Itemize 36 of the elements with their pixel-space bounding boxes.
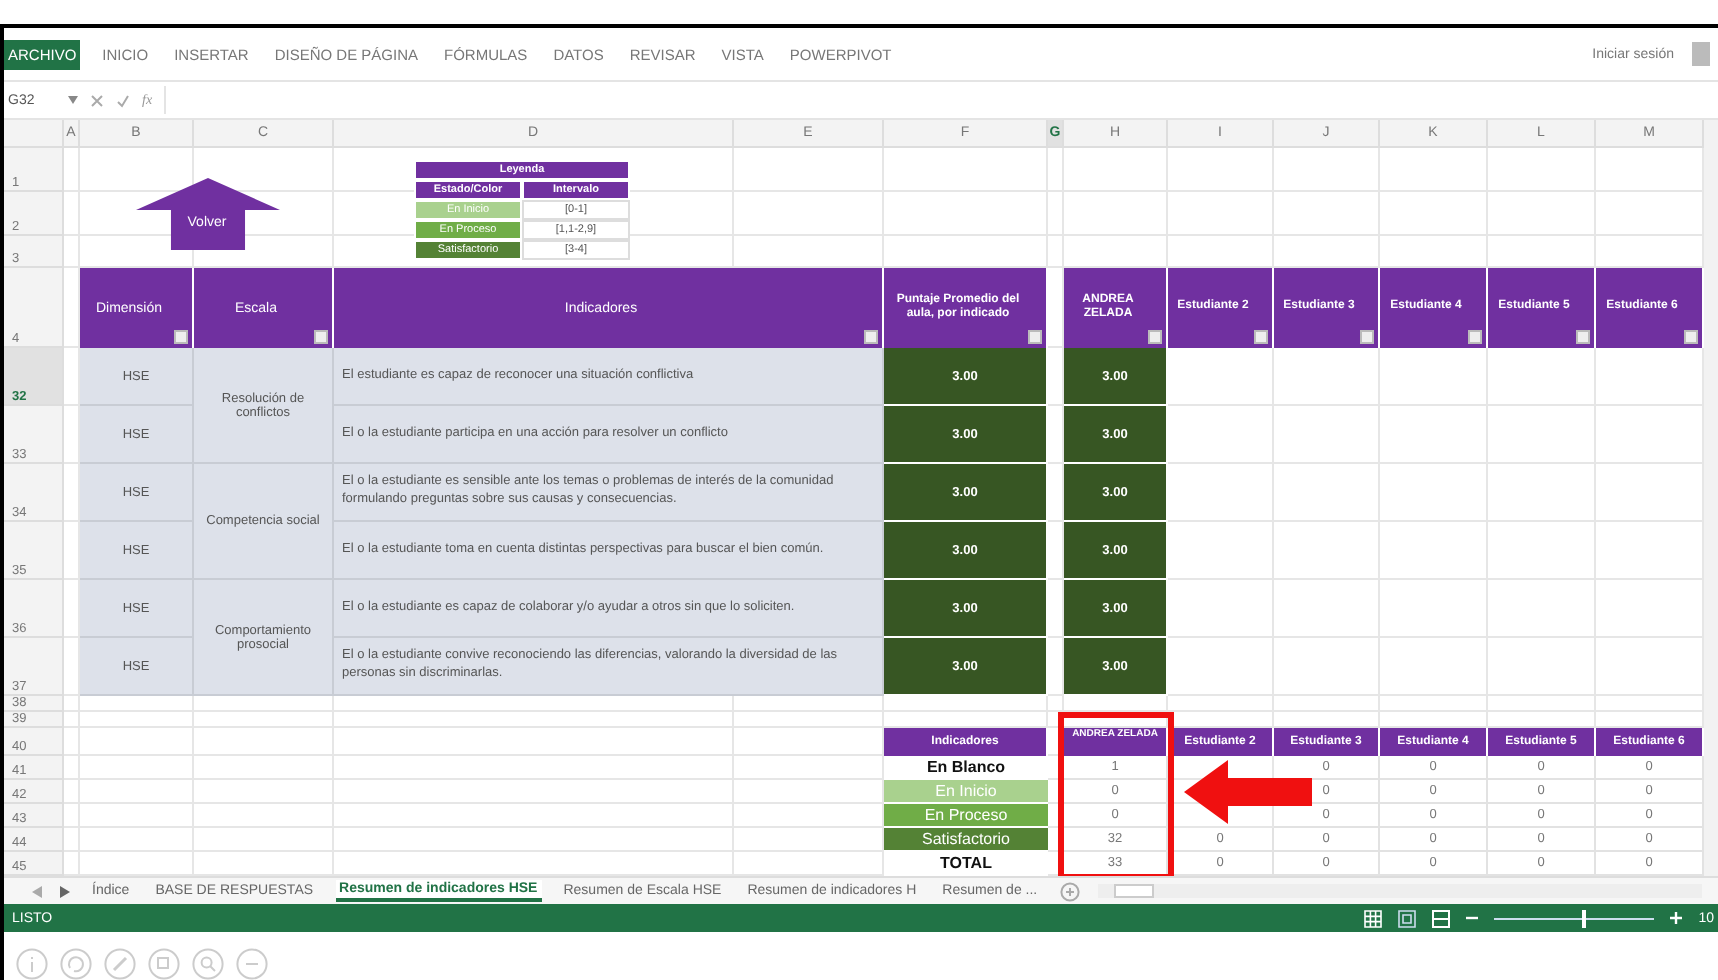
rotate-icon[interactable] [60,948,92,980]
zoom-in-icon[interactable] [1670,912,1683,924]
minus-icon[interactable] [236,948,268,980]
row-title: Satisfactorio [884,828,1048,852]
filter-button[interactable] [1468,330,1482,344]
scroll-right-icon[interactable] [60,885,70,897]
dropdown-icon[interactable] [68,96,78,104]
check-icon[interactable] [116,93,130,107]
row-title: En Inicio [884,780,1048,804]
filter-button[interactable] [1148,330,1162,344]
filter-button[interactable] [1684,330,1698,344]
select-all-button[interactable] [4,120,64,148]
row-title: TOTAL [884,852,1048,876]
info-icon[interactable] [16,948,48,980]
zoom-icon[interactable] [192,948,224,980]
horizontal-scrollbar[interactable] [1097,884,1702,898]
page-break-icon[interactable] [1432,909,1451,927]
filter-button[interactable] [1028,330,1042,344]
left-arrow [1184,760,1312,824]
filter-button[interactable] [1360,330,1374,344]
row-title: En Proceso [884,804,1048,828]
filter-button[interactable] [1254,330,1268,344]
crop-icon[interactable] [148,948,180,980]
row-title: En Blanco [884,756,1048,780]
pencil-icon[interactable] [104,948,136,980]
filter-button[interactable] [864,330,878,344]
filter-button[interactable] [174,330,188,344]
add-sheet-icon[interactable] [1059,881,1080,901]
avatar-icon[interactable] [1692,42,1710,66]
cancel-icon[interactable] [90,93,104,107]
filter-button[interactable] [1576,330,1590,344]
vertical-scrollbar[interactable] [1704,120,1718,876]
filter-button[interactable] [314,330,328,344]
scroll-left-icon[interactable] [32,885,42,897]
normal-view-icon[interactable] [1364,909,1383,927]
page-layout-icon[interactable] [1398,909,1417,927]
